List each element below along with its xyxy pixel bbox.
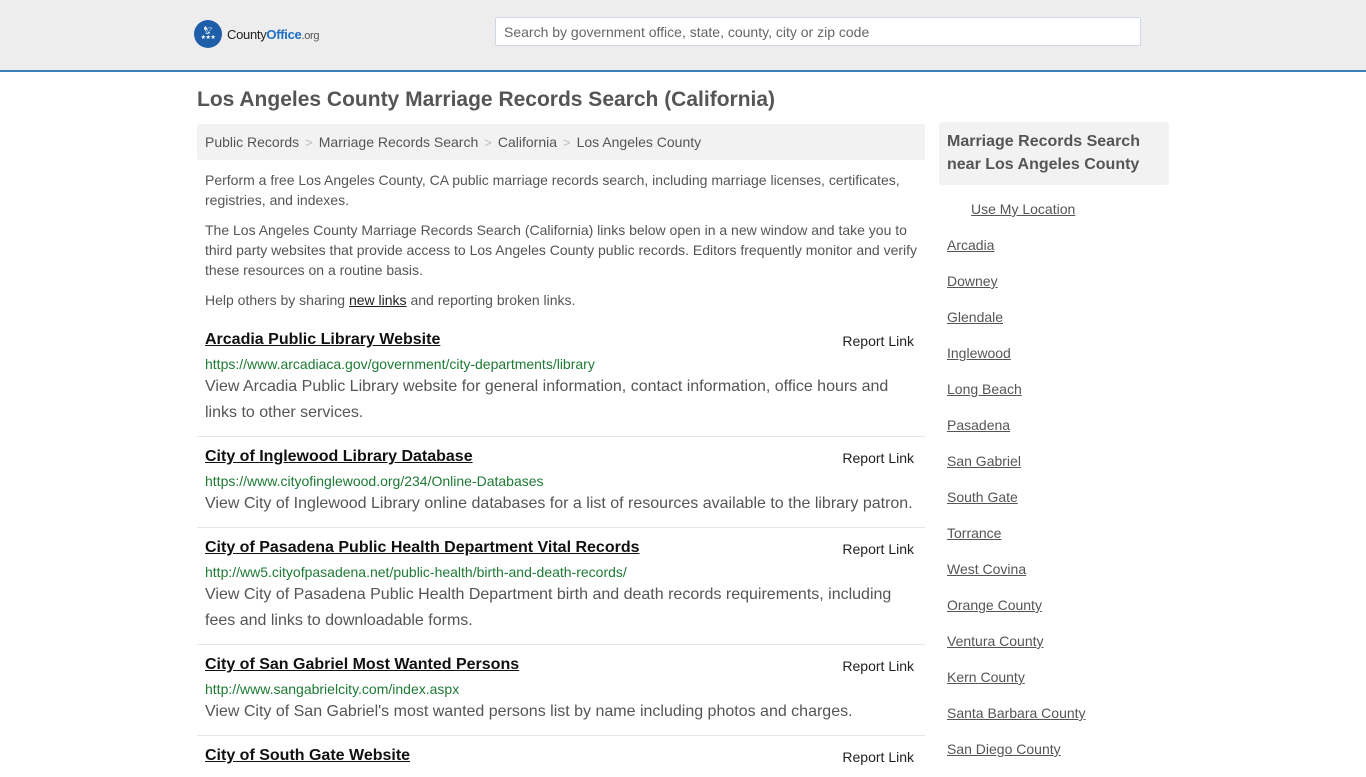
search-input[interactable] bbox=[495, 17, 1141, 46]
sidebar-link-santa-barbara-county[interactable]: Santa Barbara County bbox=[947, 705, 1086, 721]
sidebar-item: Arcadia bbox=[939, 237, 1169, 273]
sidebar-link-pasadena[interactable]: Pasadena bbox=[947, 417, 1010, 433]
sidebar-link-glendale[interactable]: Glendale bbox=[947, 309, 1003, 325]
sidebar-item: West Covina bbox=[939, 561, 1169, 597]
breadcrumb-separator: > bbox=[484, 134, 492, 150]
result-item: City of Inglewood Library Database Repor… bbox=[197, 437, 925, 528]
results-list: Arcadia Public Library Website Report Li… bbox=[197, 320, 925, 776]
result-item: City of South Gate Website Report Link bbox=[197, 736, 925, 776]
breadcrumb-separator: > bbox=[563, 134, 571, 150]
sidebar-item: Inglewood bbox=[939, 345, 1169, 381]
sidebar-link-downey[interactable]: Downey bbox=[947, 273, 998, 289]
result-title-link[interactable]: City of Inglewood Library Database bbox=[205, 447, 473, 467]
sidebar-item: Kern County bbox=[939, 669, 1169, 705]
sidebar-link-ventura-county[interactable]: Ventura County bbox=[947, 633, 1044, 649]
result-title-link[interactable]: City of Pasadena Public Health Departmen… bbox=[205, 538, 640, 558]
sidebar-link-san-gabriel[interactable]: San Gabriel bbox=[947, 453, 1021, 469]
sidebar-item-use-location: Use My Location bbox=[939, 201, 1169, 237]
page-title: Los Angeles County Marriage Records Sear… bbox=[197, 88, 776, 111]
sidebar-heading: Marriage Records Search near Los Angeles… bbox=[939, 122, 1169, 185]
sidebar-link-orange-county[interactable]: Orange County bbox=[947, 597, 1042, 613]
sidebar-link-south-gate[interactable]: South Gate bbox=[947, 489, 1018, 505]
sidebar-item: Orange County bbox=[939, 597, 1169, 633]
result-description: View City of Pasadena Public Health Depa… bbox=[205, 586, 892, 629]
result-title-link[interactable]: City of South Gate Website bbox=[205, 746, 410, 766]
breadcrumb: Public Records > Marriage Records Search… bbox=[197, 124, 925, 160]
intro-text: Perform a free Los Angeles County, CA pu… bbox=[205, 170, 920, 320]
sidebar-item: Long Beach bbox=[939, 381, 1169, 417]
result-description: View City of San Gabriel's most wanted p… bbox=[205, 703, 853, 720]
intro-text-before: Help others by sharing bbox=[205, 292, 349, 308]
sidebar-link-inglewood[interactable]: Inglewood bbox=[947, 345, 1011, 361]
sidebar-item: Torrance bbox=[939, 525, 1169, 561]
report-link-button[interactable]: Report Link bbox=[842, 749, 914, 765]
result-item: Arcadia Public Library Website Report Li… bbox=[197, 320, 925, 437]
logo-text-suffix: .org bbox=[301, 29, 320, 42]
logo-wordmark: CountyOffice.org bbox=[227, 27, 319, 42]
site-logo[interactable]: 🦅︎ ★★★ CountyOffice.org bbox=[194, 20, 319, 48]
sidebar-link-torrance[interactable]: Torrance bbox=[947, 525, 1001, 541]
eagle-stars-icon: 🦅︎ ★★★ bbox=[194, 20, 222, 48]
sidebar-link-san-diego-county[interactable]: San Diego County bbox=[947, 741, 1061, 757]
use-my-location-link[interactable]: Use My Location bbox=[971, 201, 1075, 217]
sidebar-item: San Diego County bbox=[939, 741, 1169, 777]
report-link-button[interactable]: Report Link bbox=[842, 541, 914, 557]
result-url: https://www.cityofinglewood.org/234/Onli… bbox=[205, 473, 544, 489]
sidebar-item: South Gate bbox=[939, 489, 1169, 525]
report-link-button[interactable]: Report Link bbox=[842, 658, 914, 674]
breadcrumb-marriage-records-search[interactable]: Marriage Records Search bbox=[319, 134, 479, 150]
intro-paragraph-1: Perform a free Los Angeles County, CA pu… bbox=[205, 172, 900, 208]
result-description: View City of Inglewood Library online da… bbox=[205, 495, 913, 512]
sidebar-item: Santa Barbara County bbox=[939, 705, 1169, 741]
intro-text-after: and reporting broken links. bbox=[406, 292, 576, 308]
intro-paragraph-2: The Los Angeles County Marriage Records … bbox=[205, 222, 918, 278]
report-link-button[interactable]: Report Link bbox=[842, 450, 914, 466]
sidebar-link-kern-county[interactable]: Kern County bbox=[947, 669, 1025, 685]
sidebar-item: Ventura County bbox=[939, 633, 1169, 669]
result-item: City of Pasadena Public Health Departmen… bbox=[197, 528, 925, 645]
result-title-link[interactable]: City of San Gabriel Most Wanted Persons bbox=[205, 655, 519, 675]
site-header: 🦅︎ ★★★ CountyOffice.org bbox=[0, 0, 1366, 72]
sidebar-link-arcadia[interactable]: Arcadia bbox=[947, 237, 994, 253]
breadcrumb-separator: > bbox=[305, 134, 313, 150]
result-url: http://www.sangabrielcity.com/index.aspx bbox=[205, 681, 460, 697]
sidebar-item: Downey bbox=[939, 273, 1169, 309]
sidebar-item: San Gabriel bbox=[939, 453, 1169, 489]
result-item: City of San Gabriel Most Wanted Persons … bbox=[197, 645, 925, 736]
nearby-list: Use My Location Arcadia Downey Glendale … bbox=[939, 201, 1169, 777]
sidebar: Marriage Records Search near Los Angeles… bbox=[939, 122, 1169, 777]
breadcrumb-california[interactable]: California bbox=[498, 134, 557, 150]
sidebar-item: Glendale bbox=[939, 309, 1169, 345]
result-url: https://www.arcadiaca.gov/government/cit… bbox=[205, 356, 595, 372]
result-url: http://ww5.cityofpasadena.net/public-hea… bbox=[205, 564, 627, 580]
intro-paragraph-3: Help others by sharing new links and rep… bbox=[205, 290, 920, 310]
sidebar-link-west-covina[interactable]: West Covina bbox=[947, 561, 1026, 577]
result-title-link[interactable]: Arcadia Public Library Website bbox=[205, 330, 440, 350]
sidebar-link-long-beach[interactable]: Long Beach bbox=[947, 381, 1022, 397]
logo-text-prefix: County bbox=[227, 26, 267, 42]
report-link-button[interactable]: Report Link bbox=[842, 333, 914, 349]
result-description: View Arcadia Public Library website for … bbox=[205, 378, 889, 421]
logo-text-main: Office bbox=[266, 26, 302, 42]
sidebar-item: Pasadena bbox=[939, 417, 1169, 453]
breadcrumb-public-records[interactable]: Public Records bbox=[205, 134, 299, 150]
breadcrumb-current: Los Angeles County bbox=[576, 134, 702, 150]
new-links-link[interactable]: new links bbox=[349, 292, 407, 308]
